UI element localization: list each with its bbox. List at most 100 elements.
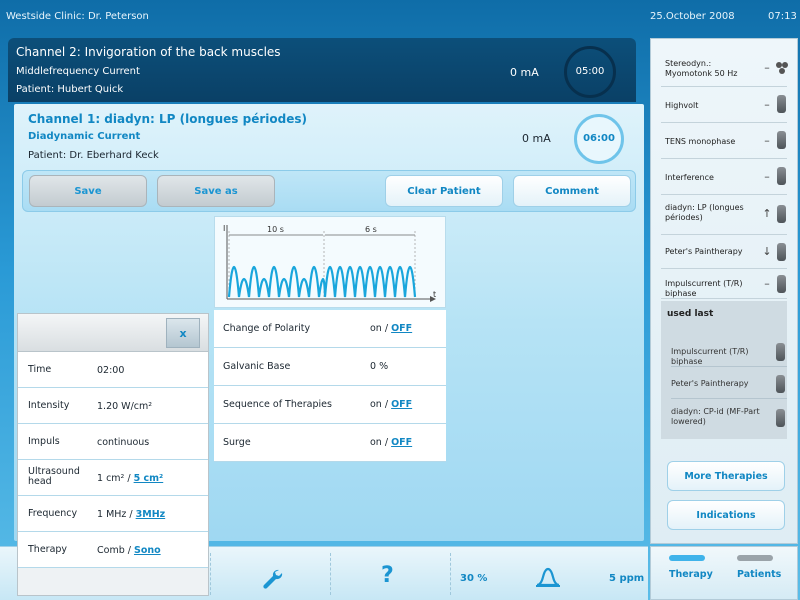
electrode-cluster-icon <box>776 62 788 74</box>
param-row-sequence[interactable]: Sequence of Therapies on / OFF <box>214 386 446 424</box>
param-label: Change of Polarity <box>223 323 311 334</box>
param-label: Galvanic Base <box>223 361 291 372</box>
row-label: Frequency <box>28 508 78 519</box>
electrode-icon <box>777 205 786 223</box>
save-as-button[interactable]: Save as <box>157 175 275 207</box>
electrode-icon <box>777 275 786 293</box>
sidebar-item-control: ↓ <box>762 245 772 258</box>
current-date: 25.October 2008 <box>650 11 735 22</box>
option-1[interactable]: 1 cm² <box>97 473 124 484</box>
popup-row-impuls[interactable]: Impuls continuous <box>18 424 208 460</box>
used-last-section: used last Impulscurrent (T/R) biphase Pe… <box>661 301 787 439</box>
popup-row-time[interactable]: Time 02:00 <box>18 352 208 388</box>
sidebar-item-control: ↑ <box>762 207 772 220</box>
sidebar-item-impulscurrent[interactable]: Impulscurrent (T/R) biphase – <box>661 271 787 299</box>
wrench-icon[interactable] <box>260 567 284 591</box>
used-last-item[interactable]: Peter's Paintherapy <box>671 369 787 399</box>
clear-patient-button[interactable]: Clear Patient <box>385 175 503 207</box>
channel-1-patient: Patient: Dr. Eberhard Keck <box>28 150 159 161</box>
option-on[interactable]: on <box>370 399 382 410</box>
used-last-label: diadyn: CP-id (MF-Part lowered) <box>671 407 760 426</box>
sidebar-item-tens[interactable]: TENS monophase – <box>661 125 787 159</box>
option-off[interactable]: OFF <box>391 437 412 448</box>
row-value: 1.20 W/cm² <box>97 401 153 412</box>
option-separator: / <box>381 399 392 410</box>
sidebar-item-label: Stereodyn.: Myomotonk 50 Hz <box>665 59 738 78</box>
channel-2-panel[interactable]: Channel 2: Invigoration of the back musc… <box>8 38 636 102</box>
channel-2-intensity: 0 mA <box>510 66 539 79</box>
used-last-item[interactable]: Impulscurrent (T/R) biphase <box>671 337 787 367</box>
comment-button[interactable]: Comment <box>513 175 631 207</box>
param-label: Sequence of Therapies <box>223 399 332 410</box>
option-on[interactable]: on <box>370 437 382 448</box>
status-bar: Westside Clinic: Dr. Peterson 25.October… <box>0 0 800 34</box>
row-value: 1 cm² / 5 cm² <box>97 473 163 484</box>
channel-1-title: Channel 1: diadyn: LP (longues périodes) <box>28 112 307 126</box>
sidebar-item-diadyn-lp[interactable]: diadyn: LP (longues périodes) ↑ <box>661 197 787 235</box>
sidebar-item-control: – <box>764 98 770 111</box>
param-value: on / OFF <box>370 323 412 334</box>
param-row-surge[interactable]: Surge on / OFF <box>214 424 446 462</box>
therapy-tab-indicator <box>669 555 705 561</box>
channel-2-title: Channel 2: Invigoration of the back musc… <box>16 45 281 59</box>
option-separator: / <box>124 473 134 484</box>
sidebar-item-label: Interference <box>665 173 714 182</box>
used-last-label: Impulscurrent (T/R) biphase <box>671 347 749 366</box>
option-2[interactable]: 3MHz <box>136 509 166 520</box>
option-on[interactable]: on <box>370 323 382 334</box>
popup-row-ultrasound-head[interactable]: Ultrasound head 1 cm² / 5 cm² <box>18 460 208 496</box>
waveform-graphic: I t 10 s 6 s <box>223 224 436 302</box>
used-last-title: used last <box>667 309 714 319</box>
row-label: Impuls <box>28 436 60 447</box>
option-2[interactable]: Sono <box>134 545 161 556</box>
param-value: on / OFF <box>370 399 412 410</box>
param-row-galvanic-base[interactable]: Galvanic Base 0 % <box>214 348 446 386</box>
popup-row-therapy[interactable]: Therapy Comb / Sono <box>18 532 208 568</box>
option-off[interactable]: OFF <box>391 399 412 410</box>
bell-gauge-icon[interactable] <box>534 565 562 589</box>
option-separator: / <box>381 437 392 448</box>
param-row-polarity[interactable]: Change of Polarity on / OFF <box>214 310 446 348</box>
row-label: Time <box>28 364 52 375</box>
sidebar-item-peters-paintherapy[interactable]: Peter's Paintherapy ↓ <box>661 237 787 269</box>
more-therapies-button[interactable]: More Therapies <box>667 461 785 491</box>
electrode-icon <box>776 343 785 361</box>
row-label: Ultrasound head <box>28 466 80 487</box>
waveform-segment-1: 10 s <box>267 225 284 234</box>
electrode-icon <box>776 375 785 393</box>
option-off[interactable]: OFF <box>391 323 412 334</box>
used-last-item[interactable]: diadyn: CP-id (MF-Part lowered) <box>671 401 787 435</box>
option-1[interactable]: Comb <box>97 545 125 556</box>
sidebar-item-control: – <box>764 277 770 290</box>
channel-2-patient: Patient: Hubert Quick <box>16 84 124 95</box>
current-time: 07:13 <box>768 11 797 22</box>
tab-therapy[interactable]: Therapy <box>669 569 713 580</box>
popup-row-frequency[interactable]: Frequency 1 MHz / 3MHz <box>18 496 208 532</box>
help-icon[interactable]: ? <box>381 563 394 588</box>
electrode-icon <box>777 243 786 261</box>
sidebar-item-interference[interactable]: Interference – <box>661 161 787 195</box>
popup-header: x <box>18 314 208 352</box>
option-1[interactable]: 1 MHz <box>97 509 126 520</box>
indications-button[interactable]: Indications <box>667 500 785 530</box>
tab-patients[interactable]: Patients <box>737 569 781 580</box>
param-value: 0 % <box>370 361 389 372</box>
close-button[interactable]: x <box>166 318 200 348</box>
channel-1-current-type: Diadynamic Current <box>28 131 141 142</box>
sidebar-item-label: TENS monophase <box>665 137 736 146</box>
sidebar-item-label: Highvolt <box>665 101 699 110</box>
option-2[interactable]: 5 cm² <box>134 473 164 484</box>
save-button[interactable]: Save <box>29 175 147 207</box>
sidebar-item-highvolt[interactable]: Highvolt – <box>661 89 787 123</box>
electrode-icon <box>777 131 786 149</box>
row-label: Intensity <box>28 400 70 411</box>
patients-tab-indicator <box>737 555 773 561</box>
sidebar-item-label: Peter's Paintherapy <box>665 247 743 256</box>
channel-1-timer[interactable]: 06:00 <box>574 114 624 164</box>
popup-row-intensity[interactable]: Intensity 1.20 W/cm² <box>18 388 208 424</box>
ppm-value: 5 ppm <box>609 573 645 584</box>
used-last-label: Peter's Paintherapy <box>671 379 749 388</box>
sidebar-item-stereodyn[interactable]: Stereodyn.: Myomotonk 50 Hz – <box>661 51 788 87</box>
channel-2-current-type: Middlefrequency Current <box>16 66 140 77</box>
channel-2-timer[interactable]: 05:00 <box>564 46 616 98</box>
